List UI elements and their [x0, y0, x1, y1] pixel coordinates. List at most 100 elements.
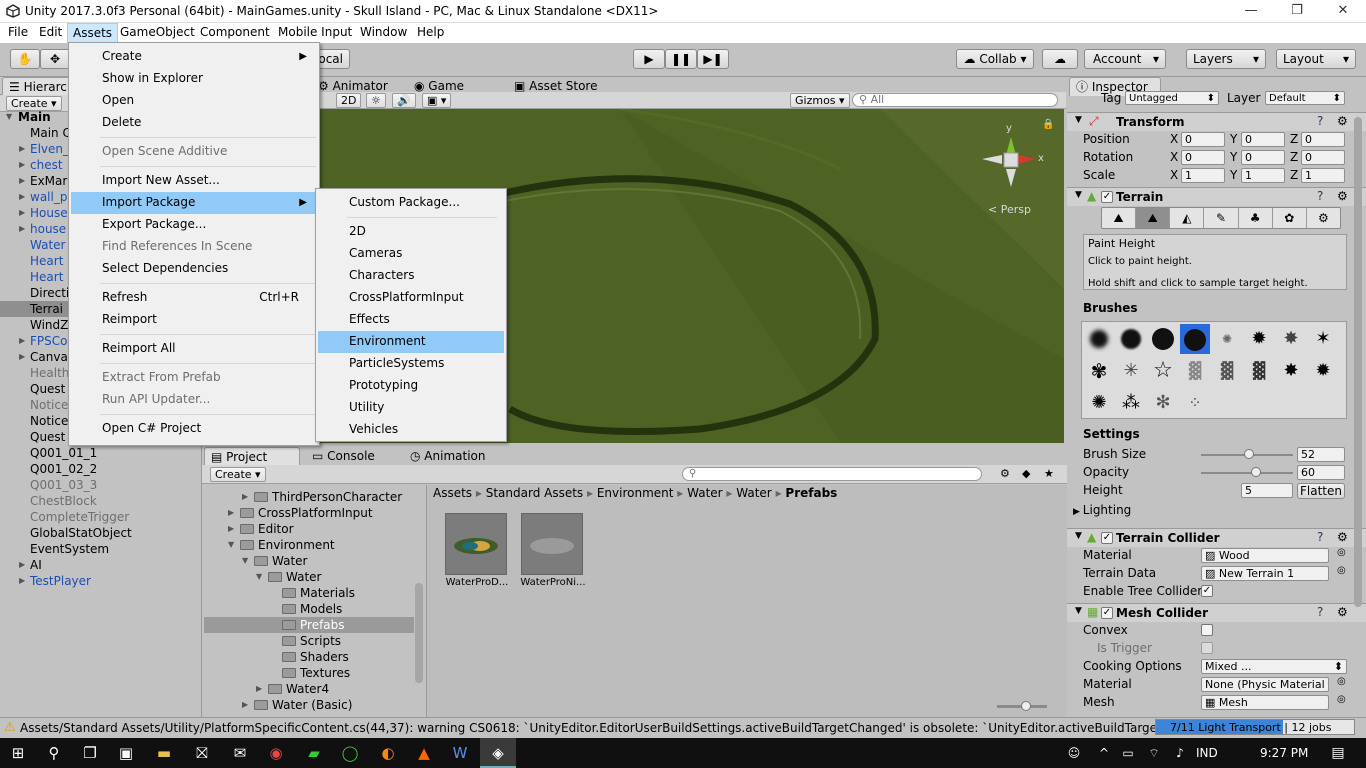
lighting-foldout[interactable]: ▶ Lighting — [1073, 501, 1131, 519]
brush-spots[interactable]: ⁘ — [1180, 388, 1210, 418]
submenu-item[interactable]: Environment — [318, 331, 504, 353]
collider-material-field[interactable]: ▨ Wood — [1201, 548, 1329, 563]
submenu-item[interactable]: 2D — [318, 221, 504, 243]
project-tree-row[interactable]: Textures — [204, 665, 414, 681]
hierarchy-row[interactable]: CompleteTrigger — [0, 509, 200, 525]
brush-size-thumb[interactable] — [1243, 449, 1254, 459]
menu-item[interactable]: Import New Asset... — [71, 170, 317, 192]
cloud-services-icon[interactable]: ☁ — [1042, 49, 1078, 69]
inspector-scrollbar[interactable] — [1354, 117, 1362, 607]
project-tree-row[interactable]: ▼ Environment — [204, 537, 414, 553]
foldout-arrow-icon[interactable]: ▶ — [242, 697, 248, 713]
menu-item[interactable]: Open — [71, 90, 317, 112]
tab-animation[interactable]: ◷ Animation — [404, 447, 491, 466]
foldout-arrow-icon[interactable]: ▶ — [19, 557, 25, 573]
brush-blob[interactable]: ✾ — [1084, 356, 1114, 386]
menu-item[interactable]: Import Package ▶ — [71, 192, 317, 214]
transform-z-field[interactable]: 0 — [1301, 132, 1345, 147]
breadcrumb-item[interactable]: Environment — [597, 486, 674, 500]
opacity-thumb[interactable] — [1251, 467, 1262, 477]
hand-tool-icon[interactable]: ✋ — [10, 49, 40, 69]
notification-icon[interactable]: ▤ — [1320, 738, 1356, 768]
menu-item[interactable]: Select Dependencies — [71, 258, 317, 280]
line-app-icon[interactable]: ▰ — [296, 738, 332, 768]
foldout-arrow-icon[interactable]: ▶ — [19, 173, 25, 189]
place-trees-icon[interactable]: ♣ — [1239, 208, 1273, 228]
brush-soft-medium[interactable] — [1116, 324, 1146, 354]
word-icon[interactable]: W — [442, 738, 478, 768]
opacity-input[interactable]: 60 — [1297, 465, 1345, 480]
gizmos-dropdown[interactable]: Gizmos ▾ — [790, 93, 850, 108]
layout-dropdown[interactable]: Layout ▾ — [1276, 49, 1356, 69]
lighting-toggle-icon[interactable]: ☼ — [366, 93, 386, 108]
terrain-collider-checkbox[interactable]: ✓ — [1101, 532, 1113, 544]
menu-component[interactable]: Component — [195, 23, 275, 43]
paint-height-icon[interactable]: ⛰ — [1136, 208, 1171, 228]
hierarchy-row[interactable]: GlobalStatObject — [0, 525, 200, 541]
move-tool-icon[interactable]: ✥ — [40, 49, 70, 69]
store-icon[interactable]: ⛝ — [184, 738, 220, 768]
status-message[interactable]: Assets/Standard Assets/Utility/PlatformS… — [20, 721, 1160, 735]
hierarchy-row[interactable]: ▶ AI — [0, 557, 200, 573]
transform-y-field[interactable]: 1 — [1241, 168, 1285, 183]
hierarchy-row[interactable]: Q001_01_1 — [0, 445, 200, 461]
search-icon[interactable]: ⚲ — [36, 738, 72, 768]
menu-item[interactable]: Create ▶ — [71, 46, 317, 68]
foldout-arrow-icon[interactable]: ▼ — [6, 109, 12, 125]
foldout-arrow-icon[interactable]: ▶ — [19, 221, 25, 237]
effects-toggle-icon[interactable]: ▣ ▾ — [422, 93, 452, 108]
persp-label[interactable]: < Persp — [988, 203, 1031, 216]
tree-collider-checkbox[interactable]: ✓ — [1201, 585, 1213, 597]
project-create-button[interactable]: Create ▾ — [210, 467, 266, 482]
volume-icon[interactable]: ♪ — [1162, 738, 1198, 768]
brush-rough[interactable]: ✶ — [1308, 324, 1338, 354]
language-indicator[interactable]: IND — [1196, 746, 1218, 760]
scene-search-input[interactable]: ⚲ All — [852, 93, 1058, 107]
brush-hard[interactable] — [1148, 324, 1178, 354]
slider-thumb[interactable] — [1021, 701, 1031, 711]
minimize-button[interactable]: — — [1228, 0, 1274, 23]
smooth-height-icon[interactable]: ◭ — [1170, 208, 1205, 228]
terrain-enabled-checkbox[interactable]: ✓ — [1101, 191, 1113, 203]
submenu-item[interactable]: Prototyping — [318, 375, 504, 397]
submenu-item[interactable]: CrossPlatformInput — [318, 287, 504, 309]
terrain-collider-header[interactable]: ▼ ▲ ✓ Terrain Collider ? ⚙ — [1067, 528, 1366, 547]
cooking-options-dropdown[interactable]: Mixed ... ⬍ — [1201, 659, 1347, 674]
brush-noise[interactable]: ✸ — [1276, 324, 1306, 354]
project-tree-row[interactable]: ▼ Water — [204, 569, 414, 585]
brush-texture-1[interactable]: ▓ — [1180, 356, 1210, 386]
menu-item[interactable]: Reimport — [71, 309, 317, 331]
transform-y-field[interactable]: 0 — [1241, 132, 1285, 147]
foldout-arrow-icon[interactable]: ▶ — [19, 141, 25, 157]
foldout-arrow-icon[interactable]: ▼ — [242, 553, 248, 569]
gear-icon[interactable]: ⚙ — [1337, 114, 1348, 128]
brush-spiky[interactable]: ✺ — [1084, 388, 1114, 418]
transform-x-field[interactable]: 0 — [1181, 132, 1225, 147]
object-picker-icon[interactable]: ◎ — [1337, 694, 1346, 705]
raise-lower-icon[interactable]: ⛰ — [1102, 208, 1137, 228]
project-tree-row[interactable]: ▶ CrossPlatformInput — [204, 505, 414, 521]
transform-z-field[interactable]: 0 — [1301, 150, 1345, 165]
foldout-arrow-icon[interactable]: ▶ — [19, 349, 25, 365]
menu-item[interactable]: Export Package... — [71, 214, 317, 236]
gear-icon[interactable]: ⚙ — [1337, 530, 1348, 544]
project-tree-row[interactable]: ▶ Editor — [204, 521, 414, 537]
layers-dropdown[interactable]: Layers ▾ — [1186, 49, 1266, 69]
menu-item[interactable]: Show in Explorer — [71, 68, 317, 90]
submenu-item[interactable]: Custom Package... — [318, 192, 504, 214]
account-dropdown[interactable]: Account ▾ — [1084, 49, 1166, 69]
pause-button[interactable]: ❚❚ — [665, 49, 697, 69]
transform-header[interactable]: ▼ ⤢ Transform ? ⚙ — [1067, 112, 1366, 131]
brush-texture-3[interactable]: ▓ — [1244, 356, 1274, 386]
project-tree-row[interactable]: Shaders — [204, 649, 414, 665]
menu-item[interactable]: Refresh Ctrl+R — [71, 287, 317, 309]
submenu-item[interactable]: Effects — [318, 309, 504, 331]
help-icon[interactable]: ? — [1317, 605, 1323, 619]
paint-texture-icon[interactable]: ✎ — [1204, 208, 1239, 228]
audio-toggle-icon[interactable]: 🔊 — [392, 93, 416, 108]
hierarchy-row[interactable]: EventSystem — [0, 541, 200, 557]
opacity-slider[interactable] — [1201, 472, 1293, 474]
mesh-collider-checkbox[interactable]: ✓ — [1101, 607, 1113, 619]
help-icon[interactable]: ? — [1317, 189, 1323, 203]
object-picker-icon[interactable]: ◎ — [1337, 547, 1346, 558]
